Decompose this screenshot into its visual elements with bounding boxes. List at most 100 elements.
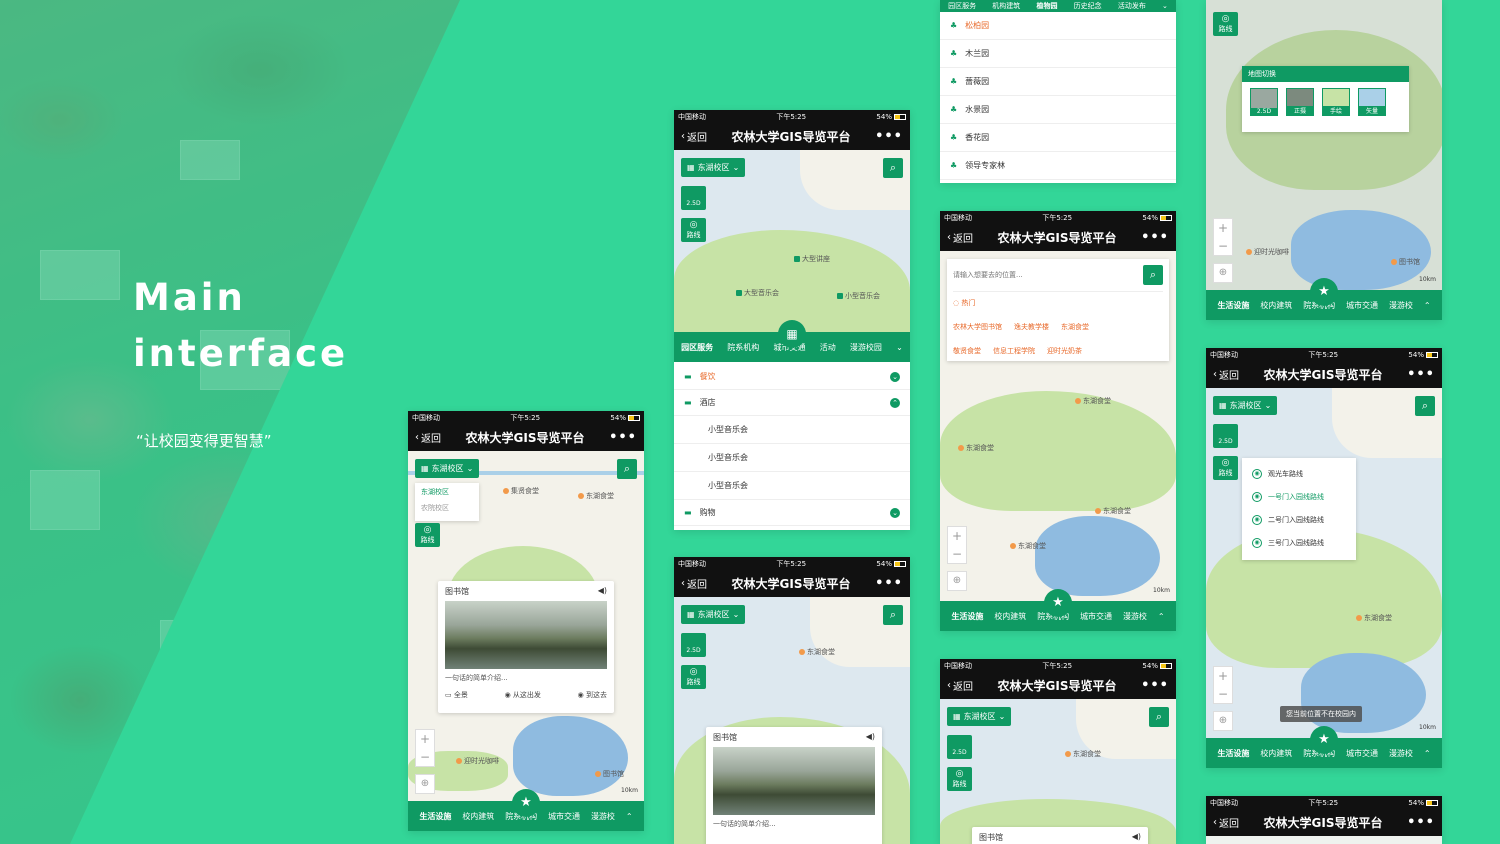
hot-item[interactable]: 迎时光奶茶 <box>1047 346 1082 356</box>
chevron-up-icon[interactable]: ⌃ <box>626 812 633 821</box>
campus-select[interactable]: ▦ 东湖校区 ⌄ <box>415 459 480 478</box>
subtab[interactable]: 历史纪念 <box>1074 1 1102 11</box>
tab-roam[interactable]: 漫游校 <box>1389 748 1413 759</box>
25d-button[interactable]: 2.5D <box>681 186 706 210</box>
tab-buildings[interactable]: 校内建筑 <box>994 611 1026 622</box>
locate-icon[interactable]: ⊕ <box>415 774 435 794</box>
route-item[interactable]: ◉ 观光车路线 <box>1242 462 1356 485</box>
chevron-down-icon[interactable]: ⌄ <box>896 343 903 352</box>
back-button[interactable]: ‹ 返回 <box>415 430 441 445</box>
map-view[interactable]: ▦ 东湖校区 ⌄ ⌕ 2.5D 路线 ◉观光车路线 ◉一号门入园线路线 ◉二号门… <box>1206 388 1442 768</box>
poi-marker[interactable]: 东湖食堂 <box>1075 396 1111 406</box>
back-button[interactable]: ‹ 返回 <box>1213 815 1239 830</box>
search-icon[interactable]: ⌕ <box>1143 265 1163 285</box>
search-icon[interactable]: ⌕ <box>1415 396 1435 416</box>
chevron-down-icon[interactable]: ⌄ <box>1162 2 1168 10</box>
campus-option[interactable]: 农院校区 <box>421 503 473 513</box>
search-icon[interactable]: ⌕ <box>617 459 637 479</box>
list-item[interactable]: ▬ 餐饮 ⌄ <box>674 364 910 390</box>
locate-icon[interactable]: ⊕ <box>1213 711 1233 731</box>
locate-icon[interactable]: ⊕ <box>947 571 967 591</box>
audio-icon[interactable]: ◀) <box>1132 832 1141 843</box>
subtab[interactable]: 院系机构 <box>727 342 759 353</box>
search-input[interactable] <box>953 271 1143 279</box>
campus-select[interactable]: ▦ 东湖校区 ⌄ <box>947 707 1012 726</box>
poi-marker[interactable]: 图书馆 <box>595 769 624 779</box>
route-button[interactable]: 路线 <box>947 767 972 791</box>
back-button[interactable]: ‹ 返回 <box>947 230 973 245</box>
map-view[interactable]: ⌕ ◌ 热门 农林大学图书馆逸夫教学楼东湖食堂 敬贤食堂信息工程学院迎时光奶茶 … <box>940 251 1176 631</box>
more-icon[interactable]: ••• <box>1407 815 1435 830</box>
search-icon[interactable]: ⌕ <box>883 605 903 625</box>
tab-transport[interactable]: 城市交通 <box>1346 300 1378 311</box>
chevron-up-icon[interactable]: ⌃ <box>1424 301 1431 310</box>
poi-marker[interactable]: 东湖食堂 <box>578 491 614 501</box>
calendar-icon[interactable]: ▦ <box>778 320 806 348</box>
map-view[interactable]: ▦ 东湖校区 ⌄ ⌕ 2.5D 路线 东湖食堂 图书馆 ◀) <box>940 699 1176 844</box>
audio-icon[interactable]: ◀) <box>866 732 875 743</box>
poi-marker[interactable]: 迎时光咖啡 <box>456 756 499 766</box>
subtab[interactable]: 机构建筑 <box>992 1 1020 11</box>
poi-marker[interactable]: 集贤食堂 <box>503 486 539 496</box>
basemap-option[interactable]: 正摄 <box>1286 88 1314 116</box>
campus-select[interactable]: ▦ 东湖校区 ⌄ <box>681 158 746 177</box>
back-button[interactable]: ‹ 返回 <box>947 678 973 693</box>
tab-life[interactable]: 生活设施 <box>951 611 983 622</box>
basemap-option[interactable]: 矢量 <box>1358 88 1386 116</box>
panorama-button[interactable]: ▭ 全景 <box>445 690 468 700</box>
subtab[interactable]: 园区服务 <box>681 342 713 353</box>
poi-marker[interactable]: 东湖食堂 <box>1095 506 1131 516</box>
map-view[interactable]: ▦ 东湖校区 ⌄ ⌕ 2.5D 路线 大型讲座 大型音乐会 小型音乐会 <box>674 150 910 332</box>
more-icon[interactable]: ••• <box>1141 678 1169 693</box>
list-item[interactable]: 小型音乐会 <box>674 416 910 444</box>
basemap-option[interactable]: 2.5D <box>1250 88 1278 116</box>
route-button[interactable]: 路线 <box>415 523 440 547</box>
zoom-control[interactable]: + − <box>947 526 967 564</box>
tab-roam[interactable]: 漫游校 <box>1389 300 1413 311</box>
more-icon[interactable]: ••• <box>1407 367 1435 382</box>
more-icon[interactable]: ••• <box>1141 230 1169 245</box>
poi-marker[interactable]: 东湖食堂 <box>799 647 835 657</box>
list-item[interactable]: ▬ 酒店 ⌃ <box>674 390 910 416</box>
basemap-option[interactable]: 手绘 <box>1322 88 1350 116</box>
poi-marker[interactable]: 东湖食堂 <box>1065 749 1101 759</box>
more-icon[interactable]: ••• <box>875 129 903 144</box>
locate-icon[interactable]: ⊕ <box>1213 263 1233 283</box>
map-view[interactable]: ▦ 东湖校区 ⌄ 东湖校区 农院校区 ⌕ 路线 集贤食堂 东湖食堂 图书馆 ◀) … <box>408 451 644 831</box>
tab-roam[interactable]: 漫游校 <box>1123 611 1147 622</box>
hot-item[interactable]: 敬贤食堂 <box>953 346 981 356</box>
poi-marker[interactable]: 大型音乐会 <box>736 288 779 298</box>
route-item[interactable]: ◉ 三号门入园线路线 <box>1242 531 1356 554</box>
subtab[interactable]: 植物园 <box>1036 1 1057 11</box>
list-item[interactable]: 小型音乐会 <box>674 444 910 472</box>
map-view[interactable]: 路线 地图切换 2.5D 正摄手绘矢量 +− ⊕ 迎时光咖啡 图书馆 10km ★… <box>1206 0 1442 320</box>
campus-select[interactable]: ▦ 东湖校区 ⌄ <box>1213 396 1278 415</box>
list-item[interactable]: ♣ 领导专家林 <box>940 152 1176 180</box>
subtab[interactable]: 活动发布 <box>1118 1 1146 11</box>
star-icon[interactable]: ★ <box>1310 726 1338 754</box>
list-item[interactable]: ♣ 松柏园 <box>940 12 1176 40</box>
poi-marker[interactable]: 图书馆 <box>1391 257 1420 267</box>
star-icon[interactable]: ★ <box>1310 278 1338 306</box>
route-button[interactable]: 路线 <box>1213 456 1238 480</box>
go-here-button[interactable]: ◉ 到这去 <box>578 690 607 700</box>
tab-transport[interactable]: 城市交通 <box>1346 748 1378 759</box>
poi-marker[interactable]: 迎时光咖啡 <box>1246 247 1289 257</box>
poi-marker[interactable]: 大型讲座 <box>794 254 830 264</box>
star-icon[interactable]: ★ <box>512 789 540 817</box>
campus-select[interactable]: ▦ 东湖校区 ⌄ <box>681 605 746 624</box>
back-button[interactable]: ‹ 返回 <box>1213 367 1239 382</box>
campus-option[interactable]: 东湖校区 <box>421 487 473 497</box>
search-icon[interactable]: ⌕ <box>1149 707 1169 727</box>
start-here-button[interactable]: ◉ 从这出发 <box>505 690 541 700</box>
list-item[interactable]: ♣ 水景园 <box>940 96 1176 124</box>
subtab[interactable]: 活动 <box>820 342 836 353</box>
route-button[interactable]: 路线 <box>681 665 706 689</box>
poi-marker[interactable]: 东湖食堂 <box>958 443 994 453</box>
tab-life[interactable]: 生活设施 <box>1217 748 1249 759</box>
route-item[interactable]: ◉ 二号门入园线路线 <box>1242 508 1356 531</box>
search-icon[interactable]: ⌕ <box>883 158 903 178</box>
list-item[interactable]: ▬ 购物 ⌄ <box>674 500 910 526</box>
zoom-control[interactable]: + − <box>1213 218 1233 256</box>
25d-button[interactable]: 2.5D <box>681 633 706 657</box>
